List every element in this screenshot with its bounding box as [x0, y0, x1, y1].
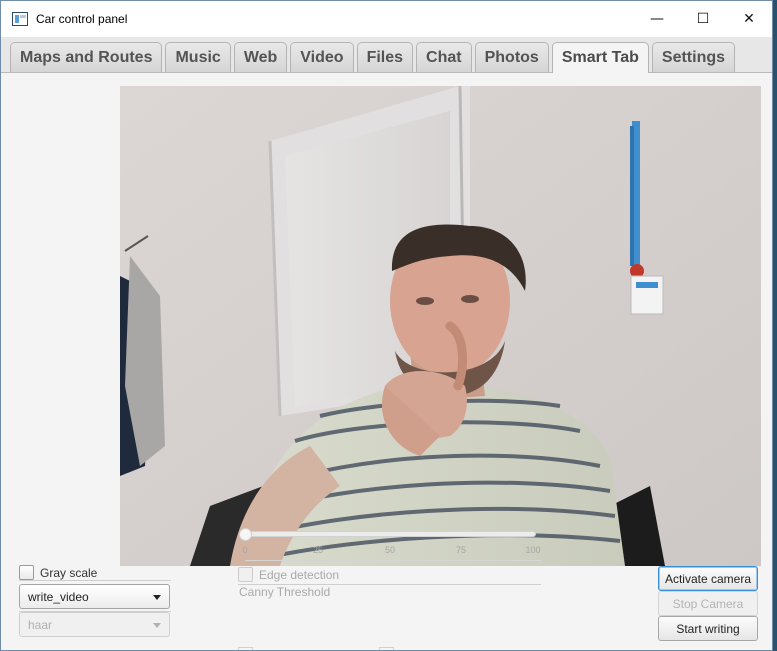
tab-music[interactable]: Music — [165, 42, 231, 72]
camera-frame-image — [120, 86, 761, 566]
canny-threshold-slider-thumb[interactable] — [239, 528, 252, 541]
edge-detection-checkbox-row[interactable]: Edge detection — [238, 567, 339, 582]
tab-web[interactable]: Web — [233, 42, 288, 72]
tab-photos[interactable]: Photos — [474, 42, 549, 72]
title-bar: Car control panel — ☐ ✕ — [1, 1, 772, 37]
maximize-button[interactable]: ☐ — [680, 1, 726, 37]
gray-scale-checkbox-row[interactable]: Gray scale — [19, 565, 97, 580]
partial-checkbox-row — [238, 647, 438, 650]
app-window: Car control panel — ☐ ✕ Maps and Routes … — [0, 0, 773, 651]
camera-feed-view — [120, 86, 761, 566]
edge-detection-label: Edge detection — [259, 567, 340, 582]
tick-label: 100 — [525, 545, 541, 555]
canny-threshold-label: Canny Threshold — [239, 585, 331, 599]
classifier-select[interactable]: haar — [19, 612, 170, 637]
tick-label: 75 — [455, 545, 467, 555]
window-controls: — ☐ ✕ — [634, 1, 772, 37]
left-separator-1 — [19, 580, 171, 581]
smart-tab-panel: Gray scale write_video haar Edge detecti… — [1, 73, 772, 650]
gray-scale-label: Gray scale — [40, 565, 98, 580]
close-button[interactable]: ✕ — [726, 1, 772, 37]
gray-scale-checkbox[interactable] — [19, 565, 34, 580]
mode-select[interactable]: write_video — [19, 584, 170, 609]
tick-label: 0 — [242, 545, 248, 555]
tab-chat[interactable]: Chat — [416, 42, 472, 72]
partial-checkbox — [238, 647, 253, 650]
tick-label: 25 — [312, 545, 324, 555]
classifier-select-value: haar — [28, 617, 53, 632]
chevron-down-icon — [153, 595, 161, 600]
window-title: Car control panel — [36, 12, 128, 26]
tab-files[interactable]: Files — [356, 42, 414, 72]
tab-maps-and-routes[interactable]: Maps and Routes — [10, 42, 163, 72]
canny-threshold-slider-track[interactable] — [245, 531, 536, 537]
partial-checkbox — [379, 647, 394, 650]
minimize-button[interactable]: — — [634, 1, 680, 37]
canny-tick-line — [245, 560, 541, 561]
stop-camera-button[interactable]: Stop Camera — [658, 591, 758, 616]
desktop-background — [773, 0, 777, 651]
chevron-down-icon — [153, 623, 161, 628]
tab-smart-tab[interactable]: Smart Tab — [551, 42, 649, 73]
tab-video[interactable]: Video — [290, 42, 354, 72]
edge-detection-checkbox[interactable] — [238, 567, 253, 582]
tab-bar: Maps and Routes Music Web Video Files Ch… — [1, 37, 772, 73]
canny-tick-labels: 0 25 50 75 100 — [237, 545, 547, 559]
tab-list: Maps and Routes Music Web Video Files Ch… — [10, 42, 738, 73]
activate-camera-button[interactable]: Activate camera — [658, 566, 758, 591]
app-window-icon — [12, 12, 28, 26]
mode-select-value: write_video — [28, 589, 89, 604]
tab-settings[interactable]: Settings — [651, 42, 736, 72]
tick-label: 50 — [384, 545, 396, 555]
start-writing-button[interactable]: Start writing — [658, 616, 758, 641]
